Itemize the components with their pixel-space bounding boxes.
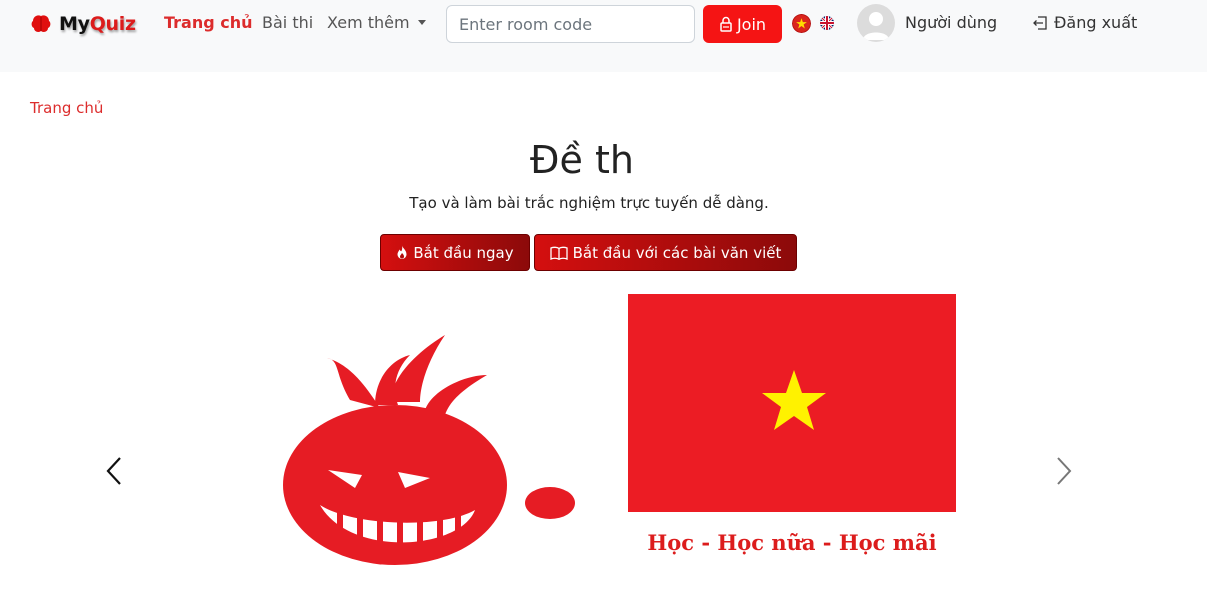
fire-icon <box>397 245 407 259</box>
page-subtitle: Tạo và làm bài trắc nghiệm trực tuyến dễ… <box>409 194 769 212</box>
navbar: MyQuiz Trang chủ Bài thi Xem thêm Join N… <box>0 0 1207 72</box>
brand-logo[interactable]: MyQuiz <box>30 10 136 38</box>
nav-home[interactable]: Trang chủ <box>164 13 253 32</box>
join-button[interactable]: Join <box>703 5 782 43</box>
logout-icon <box>1033 15 1047 30</box>
user-name[interactable]: Người dùng <box>905 13 997 32</box>
breadcrumb[interactable]: Trang chủ <box>30 99 103 117</box>
brand-name: MyQuiz <box>59 13 136 35</box>
motto-text: Học - Học nữa - Học mãi <box>647 530 937 555</box>
nav-more-dropdown[interactable]: Xem thêm <box>327 13 426 32</box>
chevron-left-icon[interactable] <box>100 451 130 491</box>
logout-label: Đăng xuất <box>1054 13 1138 32</box>
brand-my: My <box>59 13 90 35</box>
book-icon <box>549 246 568 260</box>
room-code-input[interactable] <box>446 5 695 43</box>
start-label: Bắt đầu ngay <box>413 243 514 262</box>
avatar[interactable] <box>857 4 895 42</box>
start-button[interactable]: Bắt đầu ngay <box>380 234 530 271</box>
join-label: Join <box>736 14 767 34</box>
essay-start-label: Bắt đầu với các bài văn viết <box>572 243 782 262</box>
mascot-image <box>283 335 575 565</box>
user-icon <box>863 12 889 40</box>
brand-quiz: Quiz <box>89 13 136 35</box>
chevron-right-icon[interactable] <box>1048 451 1078 491</box>
logout-button[interactable]: Đăng xuất <box>1032 13 1137 32</box>
chevron-down-icon <box>417 20 426 25</box>
page-title: Đề th <box>530 138 634 182</box>
essay-start-button[interactable]: Bắt đầu với các bài văn viết <box>534 234 797 271</box>
brain-icon <box>31 15 51 33</box>
nav-exams[interactable]: Bài thi <box>262 13 313 32</box>
vn-flag-icon[interactable] <box>792 14 811 33</box>
lock-icon <box>720 16 732 32</box>
vietnam-flag-image <box>628 294 956 512</box>
uk-flag-icon[interactable] <box>820 16 834 30</box>
nav-more-label: Xem thêm <box>327 13 410 32</box>
